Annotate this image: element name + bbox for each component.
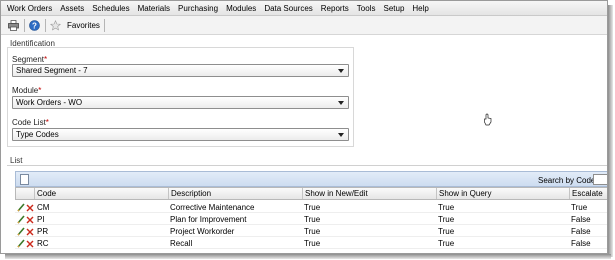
module-select[interactable]: Work Orders - WO bbox=[12, 96, 349, 109]
help-icon[interactable]: ? bbox=[29, 19, 40, 31]
svg-text:?: ? bbox=[32, 21, 37, 30]
cell-escalate: False bbox=[571, 215, 591, 224]
search-by-code-label: Search by Code bbox=[538, 176, 596, 185]
pencil-icon[interactable] bbox=[17, 203, 25, 212]
column-header-code[interactable]: Code bbox=[34, 188, 166, 199]
favorites-label[interactable]: Favorites bbox=[67, 21, 100, 30]
cell-escalate: True bbox=[571, 203, 588, 212]
table-row: CM Corrective Maintenance True True True bbox=[15, 202, 607, 213]
menu-purchasing[interactable]: Purchasing bbox=[178, 4, 218, 13]
chevron-down-icon bbox=[338, 69, 344, 73]
cell-code: RC bbox=[37, 239, 49, 248]
toolbar-divider bbox=[45, 18, 46, 32]
list-divider bbox=[7, 165, 607, 166]
toolbar-divider bbox=[24, 18, 25, 32]
column-header-show-in-new-edit[interactable]: Show in New/Edit bbox=[302, 188, 434, 199]
cell-escalate: False bbox=[571, 239, 591, 248]
cell-code: PR bbox=[37, 227, 49, 236]
printer-icon[interactable] bbox=[8, 19, 19, 31]
cell-description: Recall bbox=[170, 239, 193, 248]
star-icon[interactable] bbox=[50, 19, 61, 31]
menu-assets[interactable]: Assets bbox=[60, 4, 84, 13]
toolbar-divider bbox=[103, 18, 105, 32]
table-row: RC Recall True True False bbox=[15, 238, 607, 249]
module-value: Work Orders - WO bbox=[16, 98, 83, 107]
cell-show-in-new-edit: True bbox=[304, 227, 321, 236]
segment-value: Shared Segment - 7 bbox=[16, 66, 88, 75]
pencil-icon[interactable] bbox=[17, 239, 25, 248]
cell-show-in-query: True bbox=[438, 215, 455, 224]
cell-code: CM bbox=[37, 203, 50, 212]
cell-show-in-new-edit: True bbox=[304, 239, 321, 248]
cell-escalate: False bbox=[571, 227, 591, 236]
menu-help[interactable]: Help bbox=[412, 4, 428, 13]
column-header-description[interactable]: Description bbox=[168, 188, 300, 199]
window-shadow bbox=[5, 254, 611, 259]
toolbar: ? Favorites bbox=[1, 16, 607, 35]
new-document-icon[interactable] bbox=[20, 174, 29, 185]
cell-show-in-query: True bbox=[438, 239, 455, 248]
cell-description: Project Workorder bbox=[170, 227, 235, 236]
segment-select[interactable]: Shared Segment - 7 bbox=[12, 64, 349, 77]
cell-show-in-query: True bbox=[438, 227, 455, 236]
segment-label: Segment* bbox=[12, 55, 48, 64]
menu-work-orders[interactable]: Work Orders bbox=[7, 4, 52, 13]
menu-setup[interactable]: Setup bbox=[383, 4, 404, 13]
chevron-down-icon bbox=[338, 101, 344, 105]
window-shadow bbox=[608, 5, 613, 257]
search-by-code-input[interactable] bbox=[593, 174, 607, 185]
cell-show-in-query: True bbox=[438, 203, 455, 212]
table-row: PR Project Workorder True True False bbox=[15, 226, 607, 237]
menu-tools[interactable]: Tools bbox=[357, 4, 376, 13]
menu-schedules[interactable]: Schedules bbox=[92, 4, 129, 13]
list-heading: List bbox=[10, 156, 23, 165]
cell-description: Corrective Maintenance bbox=[170, 203, 255, 212]
table-header: Code Description Show in New/Edit Show i… bbox=[15, 187, 607, 200]
delete-x-icon[interactable] bbox=[26, 215, 34, 224]
app-window: Work Orders Assets Schedules Materials P… bbox=[0, 0, 608, 254]
module-label: Module* bbox=[12, 86, 42, 95]
chevron-down-icon bbox=[338, 133, 344, 137]
code-list-value: Type Codes bbox=[16, 130, 59, 139]
menu-materials[interactable]: Materials bbox=[138, 4, 170, 13]
cell-code: PI bbox=[37, 215, 45, 224]
menu-reports[interactable]: Reports bbox=[321, 4, 349, 13]
menu-data-sources[interactable]: Data Sources bbox=[264, 4, 312, 13]
cell-show-in-new-edit: True bbox=[304, 203, 321, 212]
table-row: PI Plan for Improvement True True False bbox=[15, 214, 607, 225]
code-list-label: Code List* bbox=[12, 118, 49, 127]
pencil-icon[interactable] bbox=[17, 227, 25, 236]
delete-x-icon[interactable] bbox=[26, 227, 34, 236]
grid-toolbar: Search by Code bbox=[15, 171, 607, 187]
delete-x-icon[interactable] bbox=[26, 203, 34, 212]
pencil-icon[interactable] bbox=[17, 215, 25, 224]
column-header-show-in-query[interactable]: Show in Query bbox=[436, 188, 568, 199]
cell-description: Plan for Improvement bbox=[170, 215, 247, 224]
code-list-select[interactable]: Type Codes bbox=[12, 128, 349, 141]
mouse-cursor-icon bbox=[484, 113, 492, 126]
menu-bar: Work Orders Assets Schedules Materials P… bbox=[1, 1, 607, 16]
cell-show-in-new-edit: True bbox=[304, 215, 321, 224]
menu-modules[interactable]: Modules bbox=[226, 4, 256, 13]
delete-x-icon[interactable] bbox=[26, 239, 34, 248]
column-header-escalate[interactable]: Escalate bbox=[569, 188, 607, 199]
